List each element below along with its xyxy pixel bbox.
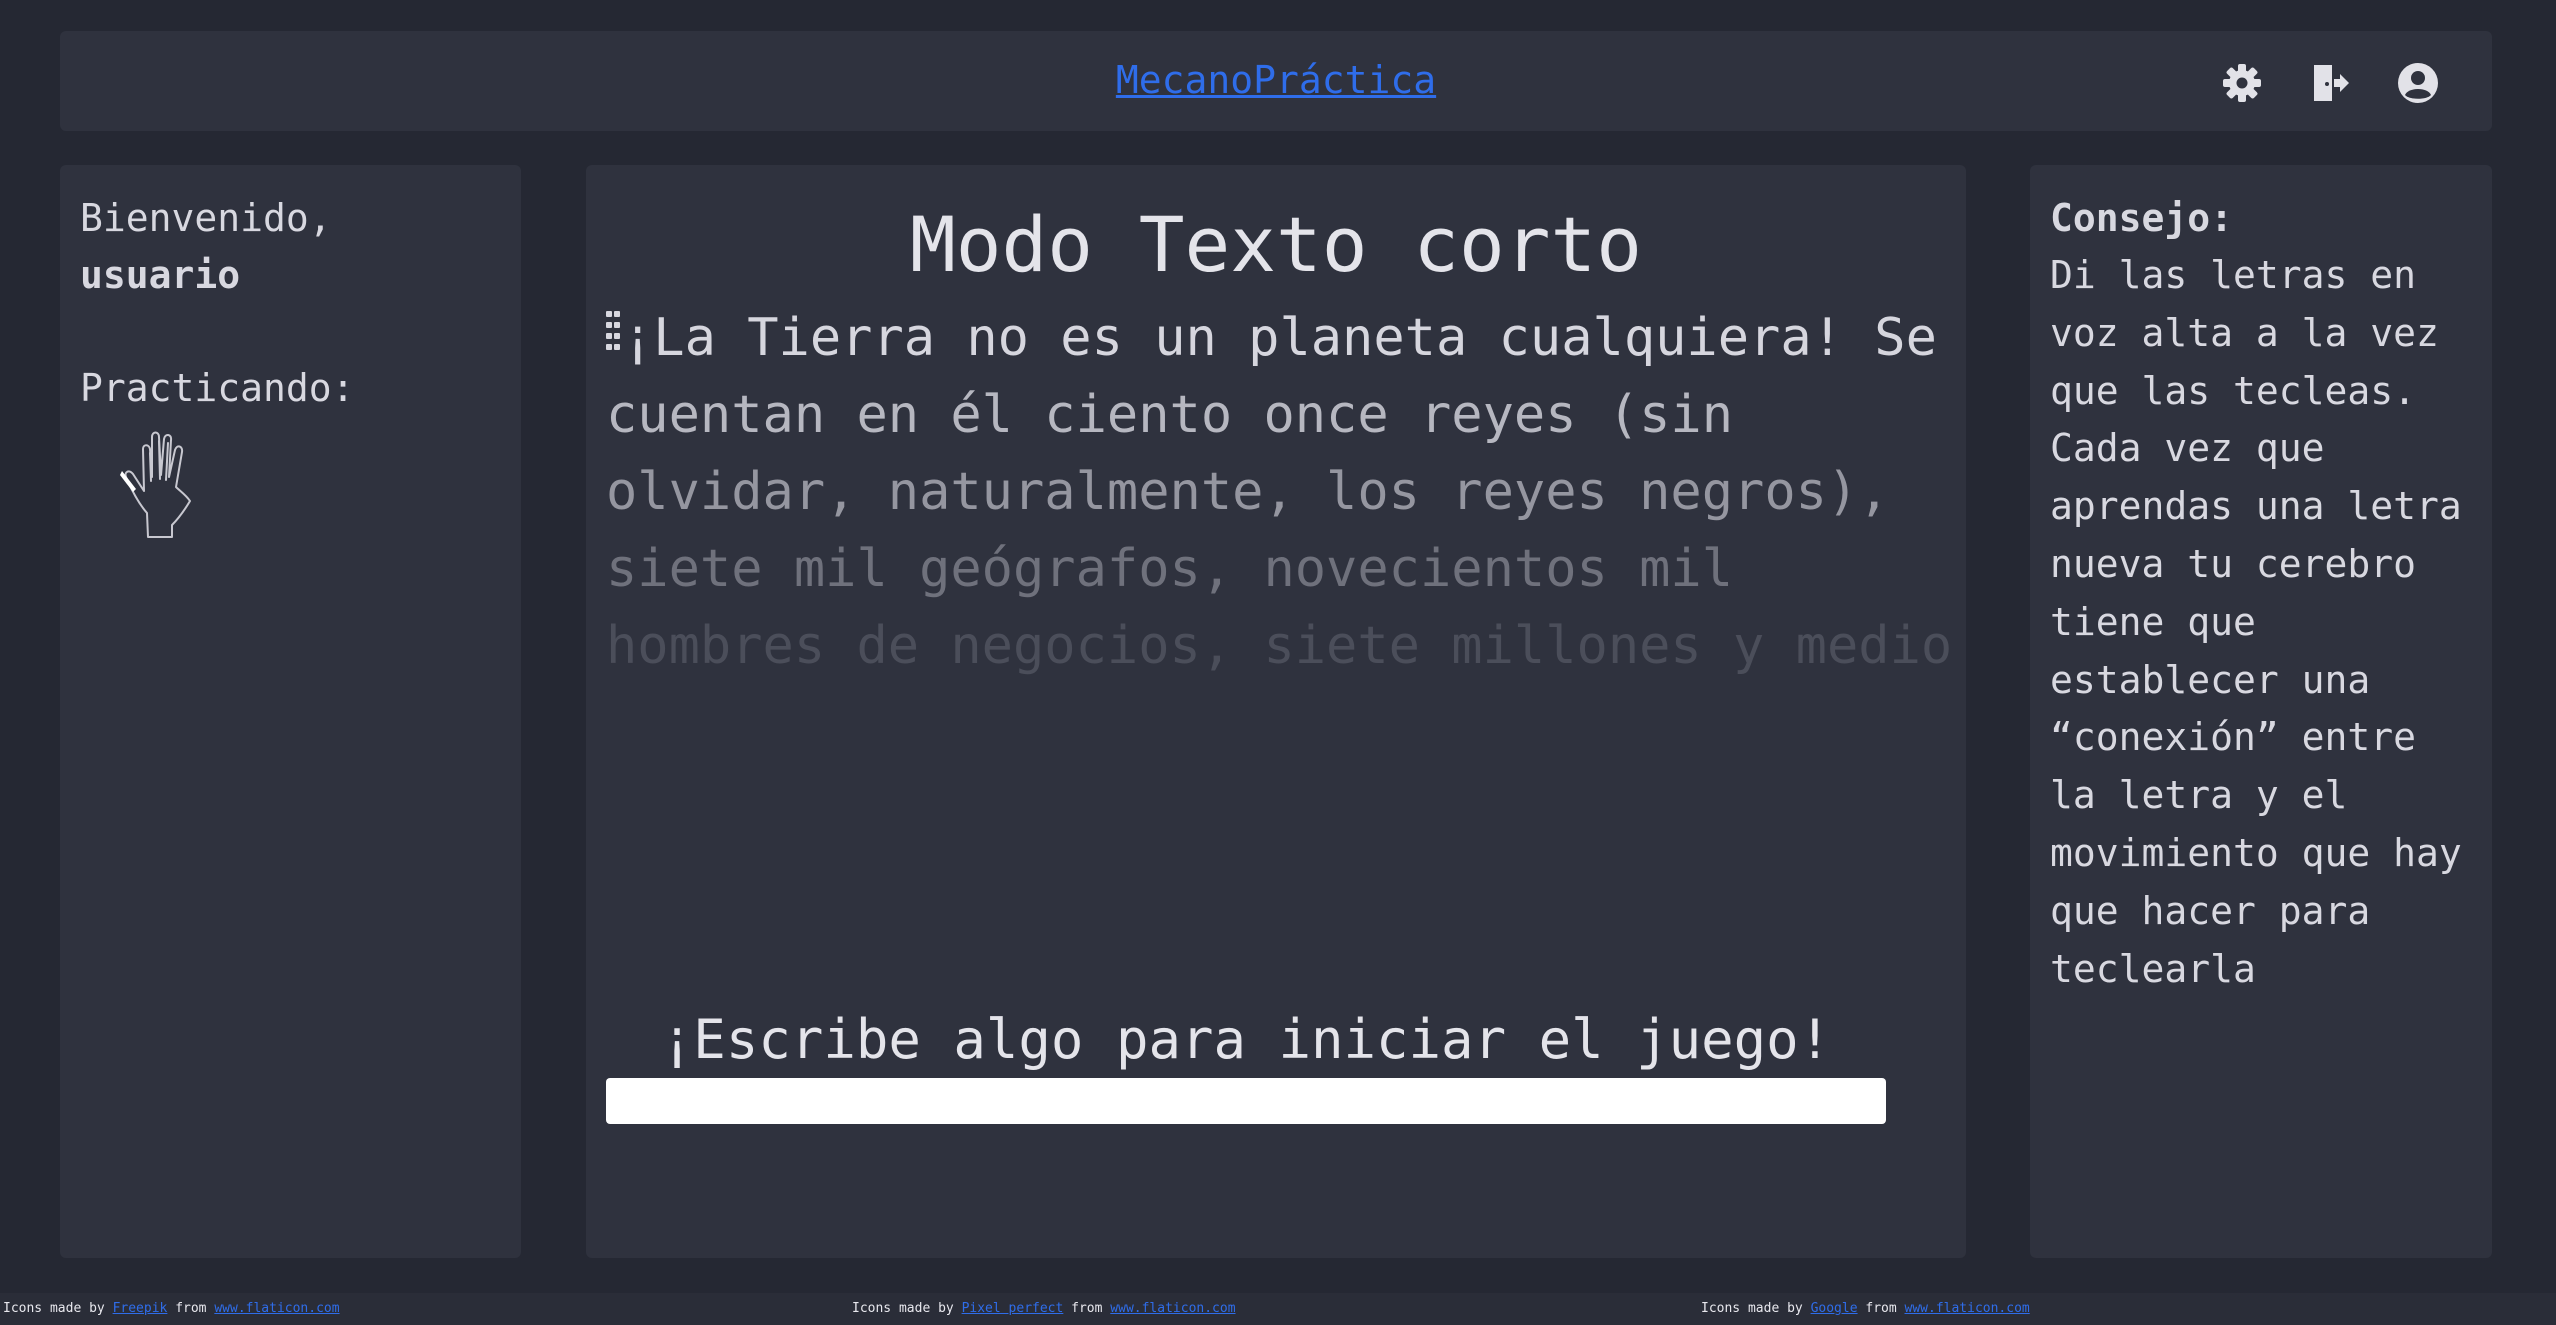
tip-panel: Consejo: Di las letras en voz alta a la … bbox=[2030, 165, 2492, 1258]
tip-line: teclearla bbox=[2050, 946, 2256, 991]
credit-mid: from bbox=[175, 1301, 207, 1316]
typing-input[interactable] bbox=[606, 1078, 1886, 1124]
app-title-link[interactable]: MecanoPráctica bbox=[60, 55, 2492, 105]
practicing-label: Practicando: bbox=[80, 366, 355, 410]
credit-prefix: Icons made by bbox=[3, 1301, 105, 1316]
exit-icon[interactable] bbox=[2306, 59, 2354, 107]
credit-mid: from bbox=[1865, 1301, 1897, 1316]
text-line-1-content: ¡La Tierra no es un planeta cualquiera! … bbox=[622, 308, 1937, 368]
user-panel: Bienvenido, usuario Practicando: bbox=[60, 165, 521, 1258]
tip-text: Di las letras en voz alta a la vez que l… bbox=[2050, 247, 2480, 998]
flaticon-link[interactable]: www.flaticon.com bbox=[1110, 1301, 1235, 1316]
text-line-2: cuentan en él ciento once reyes (sin bbox=[606, 385, 1734, 445]
credit-mid: from bbox=[1071, 1301, 1103, 1316]
user-circle-icon[interactable] bbox=[2394, 59, 2442, 107]
author-link-pixel-perfect[interactable]: Pixel perfect bbox=[962, 1301, 1064, 1316]
tip-line: tiene que bbox=[2050, 599, 2256, 644]
game-panel: Modo Texto corto ¡La Tierra no es un pla… bbox=[586, 165, 1966, 1258]
author-link-google[interactable]: Google bbox=[1811, 1301, 1858, 1316]
footer: Icons made by Freepik from www.flaticon.… bbox=[0, 1293, 2556, 1325]
tip-line: Di las letras en bbox=[2050, 253, 2417, 297]
top-bar: MecanoPráctica bbox=[60, 31, 2492, 131]
header-icons bbox=[2218, 59, 2442, 107]
credit-prefix: Icons made by bbox=[1701, 1301, 1803, 1316]
tip-line: que las tecleas. bbox=[2050, 368, 2417, 413]
text-line-3: olvidar, naturalmente, los reyes negros)… bbox=[606, 462, 1890, 522]
welcome-text: Bienvenido, bbox=[80, 196, 332, 240]
tip-line: voz alta a la vez bbox=[2050, 310, 2439, 355]
author-link-freepik[interactable]: Freepik bbox=[113, 1301, 168, 1316]
start-prompt: ¡Escribe algo para iniciar el juego! bbox=[660, 1008, 1832, 1071]
welcome-message: Bienvenido, usuario bbox=[80, 190, 332, 304]
tip-line: Cada vez que bbox=[2050, 426, 2325, 471]
tip-title: Consejo: bbox=[2050, 196, 2234, 240]
footer-credit-pixel-perfect: Icons made by Pixel perfect from www.fla… bbox=[852, 1293, 1236, 1325]
tip-line: aprendas una letra bbox=[2050, 484, 2462, 529]
text-line-4: siete mil geógrafos, novecientos mil bbox=[606, 539, 1734, 599]
footer-credit-freepik: Icons made by Freepik from www.flaticon.… bbox=[3, 1293, 340, 1325]
tip-line: la letra y el bbox=[2050, 773, 2348, 818]
text-line-1: ¡La Tierra no es un planeta cualquiera! … bbox=[606, 300, 1946, 377]
tip-line: establecer una bbox=[2050, 657, 2371, 702]
tip-line: movimiento que hay bbox=[2050, 830, 2462, 875]
hand-icon bbox=[120, 431, 191, 538]
flaticon-link[interactable]: www.flaticon.com bbox=[1905, 1301, 2030, 1316]
text-line-5: hombres de negocios, siete millones y me… bbox=[606, 616, 1953, 676]
footer-credit-google: Icons made by Google from www.flaticon.c… bbox=[1701, 1293, 2030, 1325]
tip-line: “conexión” entre bbox=[2050, 715, 2417, 760]
gear-icon[interactable] bbox=[2218, 59, 2266, 107]
username: usuario bbox=[80, 253, 241, 297]
tip-line: nueva tu cerebro bbox=[2050, 541, 2417, 586]
drag-handle-icon bbox=[606, 311, 620, 361]
credit-prefix: Icons made by bbox=[852, 1301, 954, 1316]
flaticon-link[interactable]: www.flaticon.com bbox=[214, 1301, 339, 1316]
tip-line: que hacer para bbox=[2050, 888, 2371, 933]
practice-text: ¡La Tierra no es un planeta cualquiera! … bbox=[606, 300, 1953, 685]
mode-title: Modo Texto corto bbox=[909, 200, 1643, 289]
